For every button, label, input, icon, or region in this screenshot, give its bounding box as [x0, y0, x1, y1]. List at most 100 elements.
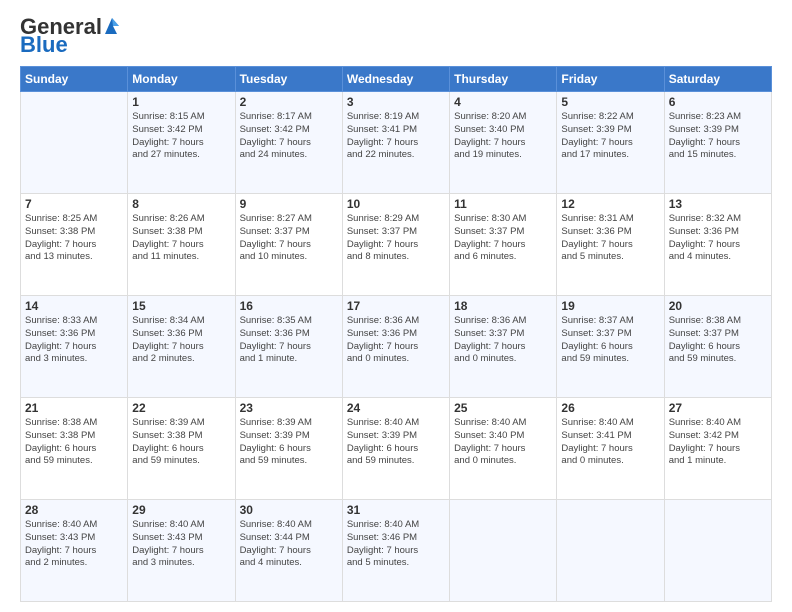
day-number: 29 — [132, 503, 230, 517]
day-number: 5 — [561, 95, 659, 109]
calendar-cell: 10 Sunrise: 8:29 AM Sunset: 3:37 PM Dayli… — [342, 194, 449, 296]
cell-info: Sunrise: 8:36 AM Sunset: 3:36 PM Dayligh… — [347, 315, 445, 366]
calendar-cell: 25 Sunrise: 8:40 AM Sunset: 3:40 PM Dayli… — [450, 398, 557, 500]
day-number: 23 — [240, 401, 338, 415]
cell-info: Sunrise: 8:40 AM Sunset: 3:41 PM Dayligh… — [561, 417, 659, 468]
calendar-cell — [450, 500, 557, 602]
day-number: 28 — [25, 503, 123, 517]
cell-info: Sunrise: 8:36 AM Sunset: 3:37 PM Dayligh… — [454, 315, 552, 366]
cell-info: Sunrise: 8:40 AM Sunset: 3:39 PM Dayligh… — [347, 417, 445, 468]
calendar-cell: 20 Sunrise: 8:38 AM Sunset: 3:37 PM Dayli… — [664, 296, 771, 398]
calendar-cell: 30 Sunrise: 8:40 AM Sunset: 3:44 PM Dayli… — [235, 500, 342, 602]
calendar-cell: 9Sunrise: 8:27 AM Sunset: 3:37 PM Daylig… — [235, 194, 342, 296]
calendar-cell: 6 Sunrise: 8:23 AM Sunset: 3:39 PM Daylig… — [664, 92, 771, 194]
calendar-week-row: 14 Sunrise: 8:33 AM Sunset: 3:36 PM Dayli… — [21, 296, 772, 398]
day-number: 27 — [669, 401, 767, 415]
calendar-cell: 3 Sunrise: 8:19 AM Sunset: 3:41 PM Daylig… — [342, 92, 449, 194]
calendar-cell: 7 Sunrise: 8:25 AM Sunset: 3:38 PM Daylig… — [21, 194, 128, 296]
calendar-cell: 29Sunrise: 8:40 AM Sunset: 3:43 PM Dayli… — [128, 500, 235, 602]
cell-info: Sunrise: 8:15 AM Sunset: 3:42 PM Dayligh… — [132, 111, 230, 162]
calendar-cell — [557, 500, 664, 602]
day-number: 3 — [347, 95, 445, 109]
calendar-cell: 26 Sunrise: 8:40 AM Sunset: 3:41 PM Dayli… — [557, 398, 664, 500]
calendar-cell: 4 Sunrise: 8:20 AM Sunset: 3:40 PM Daylig… — [450, 92, 557, 194]
calendar-header-tuesday: Tuesday — [235, 67, 342, 92]
cell-info: Sunrise: 8:40 AM Sunset: 3:46 PM Dayligh… — [347, 519, 445, 570]
calendar-cell: 22Sunrise: 8:39 AM Sunset: 3:38 PM Dayli… — [128, 398, 235, 500]
calendar-cell: 24 Sunrise: 8:40 AM Sunset: 3:39 PM Dayli… — [342, 398, 449, 500]
day-number: 6 — [669, 95, 767, 109]
calendar-cell: 28 Sunrise: 8:40 AM Sunset: 3:43 PM Dayli… — [21, 500, 128, 602]
cell-info: Sunrise: 8:40 AM Sunset: 3:43 PM Dayligh… — [25, 519, 123, 570]
cell-info: Sunrise: 8:23 AM Sunset: 3:39 PM Dayligh… — [669, 111, 767, 162]
logo-bird-icon — [103, 16, 121, 36]
day-number: 24 — [347, 401, 445, 415]
day-number: 10 — [347, 197, 445, 211]
calendar-week-row: 7 Sunrise: 8:25 AM Sunset: 3:38 PM Daylig… — [21, 194, 772, 296]
calendar-cell: 13 Sunrise: 8:32 AM Sunset: 3:36 PM Dayli… — [664, 194, 771, 296]
calendar-cell: 21Sunrise: 8:38 AM Sunset: 3:38 PM Dayli… — [21, 398, 128, 500]
header: General Blue — [20, 16, 772, 56]
cell-info: Sunrise: 8:20 AM Sunset: 3:40 PM Dayligh… — [454, 111, 552, 162]
calendar-cell: 17 Sunrise: 8:36 AM Sunset: 3:36 PM Dayli… — [342, 296, 449, 398]
day-number: 21 — [25, 401, 123, 415]
day-number: 16 — [240, 299, 338, 313]
cell-info: Sunrise: 8:33 AM Sunset: 3:36 PM Dayligh… — [25, 315, 123, 366]
calendar-header-thursday: Thursday — [450, 67, 557, 92]
calendar-header-sunday: Sunday — [21, 67, 128, 92]
day-number: 12 — [561, 197, 659, 211]
day-number: 25 — [454, 401, 552, 415]
calendar-cell: 8 Sunrise: 8:26 AM Sunset: 3:38 PM Daylig… — [128, 194, 235, 296]
day-number: 15 — [132, 299, 230, 313]
page: General Blue SundayMondayTuesdayWednesda… — [0, 0, 792, 612]
calendar-cell: 27 Sunrise: 8:40 AM Sunset: 3:42 PM Dayli… — [664, 398, 771, 500]
calendar-cell: 23 Sunrise: 8:39 AM Sunset: 3:39 PM Dayli… — [235, 398, 342, 500]
cell-info: Sunrise: 8:19 AM Sunset: 3:41 PM Dayligh… — [347, 111, 445, 162]
cell-info: Sunrise: 8:40 AM Sunset: 3:40 PM Dayligh… — [454, 417, 552, 468]
day-number: 19 — [561, 299, 659, 313]
cell-info: Sunrise: 8:40 AM Sunset: 3:44 PM Dayligh… — [240, 519, 338, 570]
day-number: 8 — [132, 197, 230, 211]
day-number: 4 — [454, 95, 552, 109]
calendar-cell: 12Sunrise: 8:31 AM Sunset: 3:36 PM Dayli… — [557, 194, 664, 296]
calendar-week-row: 21Sunrise: 8:38 AM Sunset: 3:38 PM Dayli… — [21, 398, 772, 500]
calendar-cell: 11Sunrise: 8:30 AM Sunset: 3:37 PM Dayli… — [450, 194, 557, 296]
calendar-header-row: SundayMondayTuesdayWednesdayThursdayFrid… — [21, 67, 772, 92]
day-number: 22 — [132, 401, 230, 415]
day-number: 30 — [240, 503, 338, 517]
cell-info: Sunrise: 8:39 AM Sunset: 3:39 PM Dayligh… — [240, 417, 338, 468]
cell-info: Sunrise: 8:25 AM Sunset: 3:38 PM Dayligh… — [25, 213, 123, 264]
calendar-cell — [664, 500, 771, 602]
calendar-header-friday: Friday — [557, 67, 664, 92]
day-number: 7 — [25, 197, 123, 211]
cell-info: Sunrise: 8:38 AM Sunset: 3:37 PM Dayligh… — [669, 315, 767, 366]
day-number: 17 — [347, 299, 445, 313]
calendar-cell: 18 Sunrise: 8:36 AM Sunset: 3:37 PM Dayli… — [450, 296, 557, 398]
logo: General Blue — [20, 16, 121, 56]
calendar-cell: 14 Sunrise: 8:33 AM Sunset: 3:36 PM Dayli… — [21, 296, 128, 398]
calendar-cell: 1Sunrise: 8:15 AM Sunset: 3:42 PM Daylig… — [128, 92, 235, 194]
calendar-header-saturday: Saturday — [664, 67, 771, 92]
day-number: 20 — [669, 299, 767, 313]
calendar-cell: 2Sunrise: 8:17 AM Sunset: 3:42 PM Daylig… — [235, 92, 342, 194]
cell-info: Sunrise: 8:37 AM Sunset: 3:37 PM Dayligh… — [561, 315, 659, 366]
calendar-cell: 19 Sunrise: 8:37 AM Sunset: 3:37 PM Dayli… — [557, 296, 664, 398]
cell-info: Sunrise: 8:34 AM Sunset: 3:36 PM Dayligh… — [132, 315, 230, 366]
calendar-table: SundayMondayTuesdayWednesdayThursdayFrid… — [20, 66, 772, 602]
calendar-cell: 5Sunrise: 8:22 AM Sunset: 3:39 PM Daylig… — [557, 92, 664, 194]
cell-info: Sunrise: 8:32 AM Sunset: 3:36 PM Dayligh… — [669, 213, 767, 264]
cell-info: Sunrise: 8:26 AM Sunset: 3:38 PM Dayligh… — [132, 213, 230, 264]
cell-info: Sunrise: 8:30 AM Sunset: 3:37 PM Dayligh… — [454, 213, 552, 264]
calendar-header-wednesday: Wednesday — [342, 67, 449, 92]
day-number: 14 — [25, 299, 123, 313]
calendar-cell: 16Sunrise: 8:35 AM Sunset: 3:36 PM Dayli… — [235, 296, 342, 398]
calendar-week-row: 28 Sunrise: 8:40 AM Sunset: 3:43 PM Dayli… — [21, 500, 772, 602]
calendar-week-row: 1Sunrise: 8:15 AM Sunset: 3:42 PM Daylig… — [21, 92, 772, 194]
day-number: 18 — [454, 299, 552, 313]
day-number: 13 — [669, 197, 767, 211]
cell-info: Sunrise: 8:40 AM Sunset: 3:42 PM Dayligh… — [669, 417, 767, 468]
day-number: 26 — [561, 401, 659, 415]
day-number: 31 — [347, 503, 445, 517]
calendar-cell: 15 Sunrise: 8:34 AM Sunset: 3:36 PM Dayli… — [128, 296, 235, 398]
cell-info: Sunrise: 8:29 AM Sunset: 3:37 PM Dayligh… — [347, 213, 445, 264]
